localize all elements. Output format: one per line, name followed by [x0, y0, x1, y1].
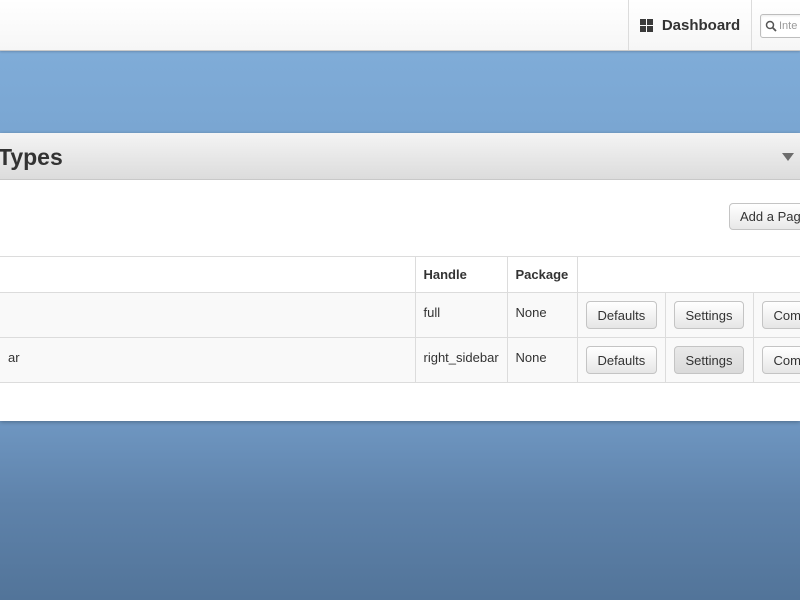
cell-compose: Com: [752, 337, 800, 383]
dashboard-grid-icon: [639, 18, 653, 32]
column-header-handle: Handle: [414, 256, 507, 293]
cell-compose: Com: [752, 292, 800, 338]
compose-button[interactable]: Com: [761, 301, 800, 329]
cell-defaults: Defaults: [576, 337, 665, 383]
settings-button[interactable]: Settings: [673, 301, 745, 329]
cell-name: [0, 292, 415, 338]
cell-defaults: Defaults: [576, 292, 665, 338]
cell-handle: full: [414, 292, 507, 338]
page-title: Types: [0, 144, 63, 170]
cell-package: None: [506, 337, 577, 383]
search-icon: [765, 20, 777, 32]
search-box[interactable]: [760, 14, 800, 38]
cell-settings: Settings: [664, 337, 753, 383]
column-header-actions: [576, 256, 800, 293]
page-types-panel: Types Add a Pag Handle Package full None…: [0, 133, 800, 421]
panel-header: Types: [0, 133, 800, 180]
search-input[interactable]: [779, 20, 800, 32]
dashboard-label: Dashboard: [661, 16, 741, 34]
top-toolbar: Dashboard: [0, 0, 800, 51]
page-types-table: Handle Package full None Defaults Settin…: [0, 256, 800, 383]
cell-name: ar: [0, 337, 415, 383]
collapse-triangle-icon[interactable]: [782, 153, 794, 161]
settings-button[interactable]: Settings: [673, 346, 745, 374]
defaults-button[interactable]: Defaults: [585, 301, 658, 329]
table-row: full None Defaults Settings Com: [0, 292, 800, 338]
compose-button[interactable]: Com: [761, 346, 800, 374]
column-header-name: [0, 256, 415, 293]
table-row: ar right_sidebar None Defaults Settings …: [0, 337, 800, 383]
column-header-package: Package: [506, 256, 577, 293]
cell-settings: Settings: [664, 292, 753, 338]
cell-handle: right_sidebar: [414, 337, 507, 383]
cell-package: None: [506, 292, 577, 338]
add-page-type-button[interactable]: Add a Pag: [729, 203, 800, 230]
dashboard-button[interactable]: Dashboard: [628, 0, 752, 50]
defaults-button[interactable]: Defaults: [585, 346, 658, 374]
table-header-row: Handle Package: [0, 256, 800, 293]
